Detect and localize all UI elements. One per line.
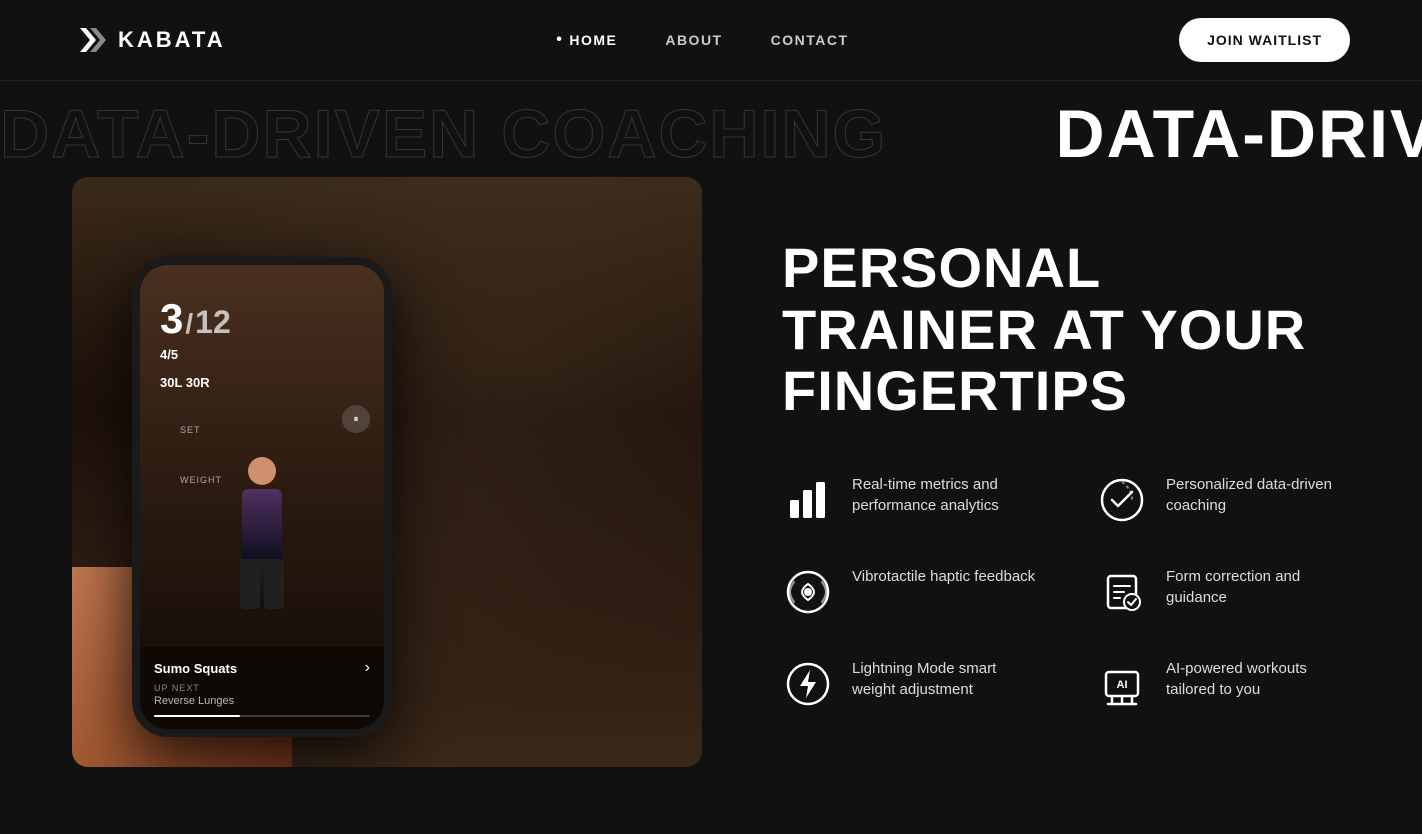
next-arrow: › — [365, 659, 370, 677]
weight-info: WEIGHT 30L 30R — [160, 375, 210, 390]
nav-links: HOME ABOUT CONTACT — [556, 31, 848, 49]
phone-container: 3 / 12 SET 4/5 WEIGHT 30L 30R — [72, 177, 702, 767]
ticker-text-1: DATA-DRIVEN COACHING — [0, 96, 1051, 172]
join-waitlist-button[interactable]: JOIN WAITLIST — [1179, 18, 1350, 62]
logo-text: KABATA — [118, 27, 226, 53]
feature-form: Form correction and guidance — [1096, 566, 1350, 618]
exercise-name: Sumo Squats — [154, 661, 237, 676]
rep-divider: / — [185, 308, 193, 340]
ticker-banner: DATA-DRIVEN COACHING DATA-DRIVEN COACHIN… — [0, 81, 1422, 187]
set-info: SET 4/5 — [160, 347, 178, 362]
logo[interactable]: KABATA — [72, 22, 226, 58]
hero-headline: PERSONAL TRAINER AT YOUR FINGERTIPS — [782, 237, 1350, 422]
next-indicator: UP NEXT — [154, 683, 370, 693]
feature-metrics: Real-time metrics and performance analyt… — [782, 474, 1036, 526]
feature-haptic: Vibrotactile haptic feedback — [782, 566, 1036, 618]
logo-icon — [72, 22, 108, 58]
ticker: DATA-DRIVEN COACHING DATA-DRIVEN COACHIN… — [0, 81, 1422, 187]
pause-icon: ⏸ — [354, 414, 359, 425]
weight-label: WEIGHT — [180, 475, 222, 485]
haptic-icon — [782, 566, 834, 618]
exercise-row: Sumo Squats › — [154, 659, 370, 677]
set-value: 4/5 — [160, 347, 178, 362]
ai-icon: AI — [1096, 658, 1148, 710]
ticker-content: DATA-DRIVEN COACHING DATA-DRIVEN COACHIN… — [0, 95, 1422, 173]
feature-coaching: Personalized data-driven coaching — [1096, 474, 1350, 526]
progress-fill — [154, 715, 240, 717]
bottom-panel: Sumo Squats › UP NEXT Reverse Lunges — [140, 647, 384, 729]
rep-current: 3 — [160, 295, 183, 343]
feature-form-label: Form correction and guidance — [1166, 568, 1300, 606]
lightning-icon — [782, 658, 834, 710]
features-grid: Real-time metrics and performance analyt… — [782, 474, 1350, 710]
ticker-text-2: DATA-DRIVEN COACHING — [1055, 96, 1422, 172]
headline-line2: FINGERTIPS — [782, 359, 1128, 422]
main-section: 3 / 12 SET 4/5 WEIGHT 30L 30R — [0, 177, 1422, 767]
feature-form-text: Form correction and guidance — [1166, 566, 1350, 608]
feature-haptic-label: Vibrotactile haptic feedback — [852, 568, 1035, 585]
feature-ai-label: AI-powered workouts tailored to you — [1166, 660, 1307, 698]
coaching-icon — [1096, 474, 1148, 526]
screen-person-leg-left — [240, 559, 260, 609]
rep-counter: 3 / 12 — [160, 295, 231, 343]
screen-person-legs — [240, 559, 284, 609]
feature-coaching-text: Personalized data-driven coaching — [1166, 474, 1350, 516]
nav-about[interactable]: ABOUT — [665, 32, 722, 48]
device-screen: 3 / 12 SET 4/5 WEIGHT 30L 30R — [140, 265, 384, 729]
bar-chart-icon — [782, 474, 834, 526]
screen-person — [240, 457, 284, 609]
feature-lightning-text: Lightning Mode smart weight adjustment — [852, 658, 1036, 700]
nav-home[interactable]: HOME — [556, 31, 617, 49]
headline-line1: PERSONAL TRAINER AT YOUR — [782, 236, 1306, 361]
screen-person-leg-right — [264, 559, 284, 609]
feature-lightning: Lightning Mode smart weight adjustment — [782, 658, 1036, 710]
feature-haptic-text: Vibrotactile haptic feedback — [852, 566, 1036, 587]
rep-total: 12 — [195, 304, 231, 341]
device-phone: 3 / 12 SET 4/5 WEIGHT 30L 30R — [132, 257, 392, 737]
next-exercise: Reverse Lunges — [154, 695, 370, 707]
form-icon — [1096, 566, 1148, 618]
set-label: SET — [180, 425, 201, 435]
navbar: KABATA HOME ABOUT CONTACT JOIN WAITLIST — [0, 0, 1422, 81]
feature-metrics-label: Real-time metrics and performance analyt… — [852, 476, 999, 514]
right-content: PERSONAL TRAINER AT YOUR FINGERTIPS Real… — [782, 177, 1350, 710]
feature-ai: AI AI-powered workouts tailored to you — [1096, 658, 1350, 710]
feature-lightning-label: Lightning Mode smart weight adjustment — [852, 660, 996, 698]
weight-value: 30L 30R — [160, 375, 210, 390]
screen-person-head — [248, 457, 276, 485]
nav-contact[interactable]: CONTACT — [771, 32, 849, 48]
feature-ai-text: AI-powered workouts tailored to you — [1166, 658, 1350, 700]
screen-person-body — [242, 489, 282, 559]
feature-coaching-label: Personalized data-driven coaching — [1166, 476, 1332, 514]
phone-mockup: 3 / 12 SET 4/5 WEIGHT 30L 30R — [72, 177, 702, 767]
pause-button-screen[interactable]: ⏸ — [342, 405, 370, 433]
progress-bar — [154, 715, 370, 717]
screen-workout-view: 3 / 12 SET 4/5 WEIGHT 30L 30R — [140, 265, 384, 729]
svg-text:AI: AI — [1117, 679, 1128, 691]
feature-metrics-text: Real-time metrics and performance analyt… — [852, 474, 1036, 516]
